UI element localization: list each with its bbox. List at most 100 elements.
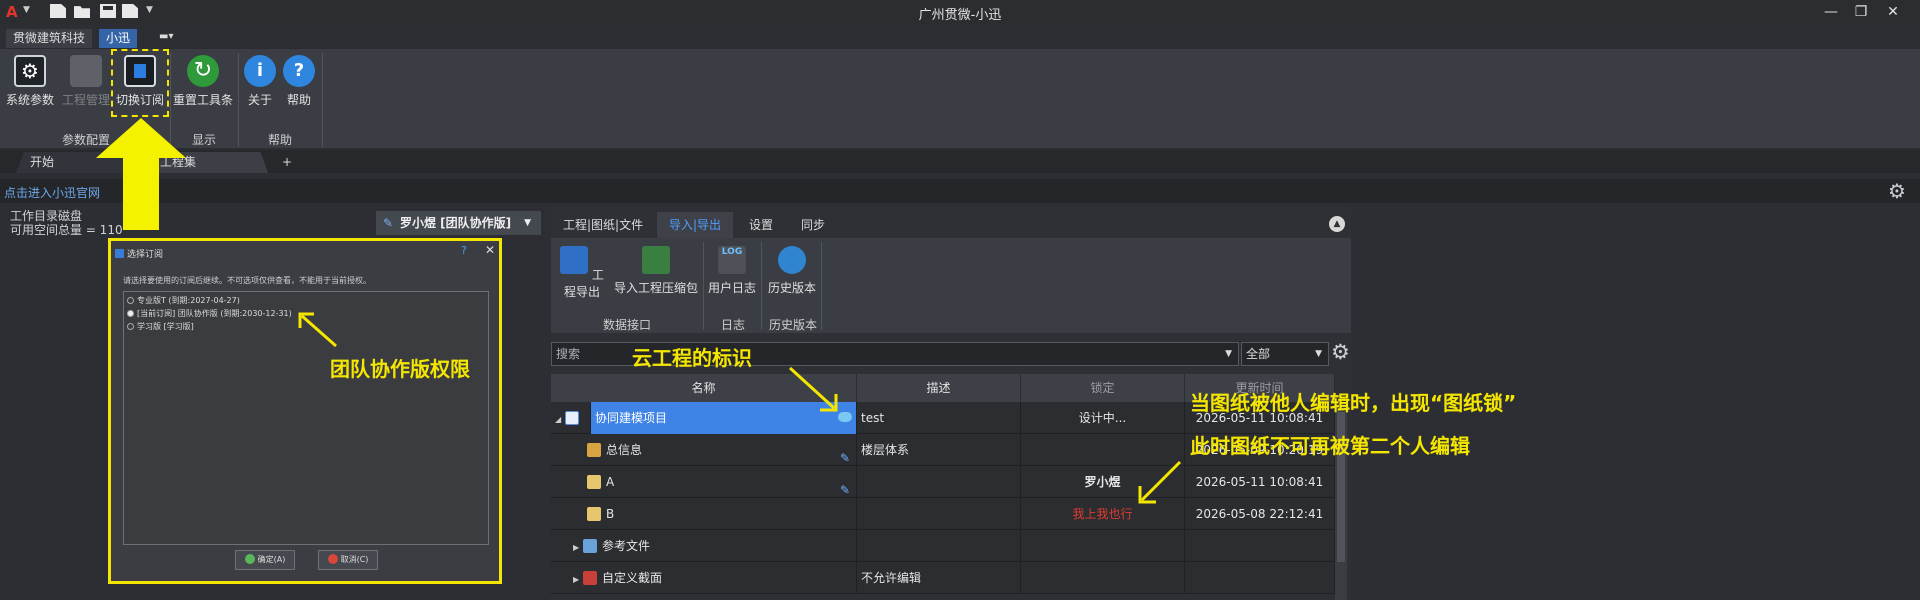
history-button[interactable]: 历史版本 <box>765 246 819 296</box>
row-name: ▶ 参考文件 <box>551 530 857 562</box>
group-label-display: 显示 <box>192 133 217 147</box>
log-icon: LOG <box>718 246 746 274</box>
group-label-help: 帮助 <box>268 133 293 147</box>
row-time <box>1185 530 1335 562</box>
reset-icon: ↻ <box>187 55 219 87</box>
tab-import-export[interactable]: 导入|导出 <box>657 212 734 238</box>
user-name: 罗小煜 [团队协作版] <box>400 216 512 230</box>
expand-arrow-icon[interactable]: ▶ <box>573 564 583 594</box>
table-row[interactable]: B 我上我也行 2026-05-08 22:12:41 <box>551 498 1335 530</box>
subscription-dialog: 选择订阅 ? ✕ 请选择要使用的订阅后继续。不可选项仅供查看，不能用于当前授权。… <box>108 238 502 584</box>
group-label-log: 日志 <box>721 318 746 332</box>
tree-toggle[interactable]: ◢ <box>551 402 591 434</box>
about-button[interactable]: i 关于 <box>241 55 279 108</box>
collapse-icon[interactable]: ▲ <box>1329 216 1345 232</box>
row-desc: 不允许编辑 <box>857 562 1021 594</box>
cancel-button[interactable]: 取消(C) <box>318 550 378 570</box>
radio-icon <box>127 297 134 304</box>
help-button[interactable]: ? 帮助 <box>280 55 318 108</box>
ribbon-tab-company[interactable]: 贯微建筑科技 <box>6 29 93 48</box>
pencil-icon: ✎ <box>839 483 850 497</box>
restore-button[interactable]: ❐ <box>1848 2 1874 22</box>
reference-file-icon <box>583 539 597 553</box>
chevron-down-icon: ▼ <box>1315 349 1322 359</box>
panel-ribbon: 工程导出 导入工程压缩包 LOG 用户日志 历史版本 数据接口 日志 历史版本 <box>551 238 1351 333</box>
close-button[interactable]: ✕ <box>1880 2 1906 22</box>
project-manager-button[interactable]: 工程管理 <box>58 55 114 108</box>
ribbon-options-icon[interactable]: ▬▾ <box>159 31 185 45</box>
history-icon <box>778 246 806 274</box>
row-name-text: B <box>606 507 615 521</box>
panel-separator <box>821 242 822 330</box>
tab-sync[interactable]: 同步 <box>789 212 837 238</box>
row-name-text: 协同建模项目 <box>595 411 668 425</box>
radio-icon <box>127 323 134 330</box>
table-row[interactable]: A ✎ 罗小煜 2026-05-11 10:08:41 <box>551 466 1335 498</box>
row-time <box>1185 562 1335 594</box>
column-header-desc[interactable]: 描述 <box>857 374 1021 402</box>
panel-tabs: 工程|图纸|文件 导入|导出 设置 同步 <box>551 212 1351 238</box>
option-label: 学习版 [学习版] <box>137 322 194 331</box>
user-selector[interactable]: ✎ 罗小煜 [团队协作版] ▼ <box>376 211 541 235</box>
ribbon-tabs: 贯微建筑科技 小迅 ▬▾ <box>0 29 1920 48</box>
check-icon <box>244 554 255 564</box>
dialog-app-icon <box>115 249 124 258</box>
row-name: ▶ 自定义截面 <box>551 562 857 594</box>
cancel-label: 取消(C) <box>340 555 369 564</box>
panel-separator <box>761 242 762 330</box>
info-file-icon <box>587 443 601 457</box>
subscription-option[interactable]: 学习版 [学习版] <box>127 321 194 332</box>
minimize-button[interactable]: — <box>1818 2 1844 22</box>
row-name: B <box>551 498 857 530</box>
help-icon[interactable]: ? <box>461 244 467 257</box>
group-label-history: 历史版本 <box>769 318 818 332</box>
dialog-hint: 请选择要使用的订阅后继续。不可选项仅供查看，不能用于当前授权。 <box>123 276 371 285</box>
title-bar: A ▼ ▼ 广州贯微-小迅 — ❐ ✕ <box>0 0 1920 24</box>
row-name-text: 总信息 <box>606 443 643 457</box>
ribbon-tab-xiaoxun[interactable]: 小迅 <box>99 29 138 48</box>
user-log-button[interactable]: LOG 用户日志 <box>707 246 757 296</box>
gear-icon[interactable]: ⚙ <box>1331 340 1350 364</box>
dialog-title-text: 选择订阅 <box>127 250 164 260</box>
big-up-arrow-annotation <box>96 118 186 230</box>
add-tab-button[interactable]: + <box>276 152 298 173</box>
website-link[interactable]: 点击进入小迅官网 <box>4 184 100 201</box>
option-label: 专业版T (到期:2027-04-27) <box>137 296 240 305</box>
subscription-option[interactable]: [当前订阅] 团队协作版 (到期:2030-12-31) <box>127 308 292 319</box>
tab-settings[interactable]: 设置 <box>737 212 785 238</box>
project-export-button[interactable]: 工程导出 <box>556 246 608 300</box>
collapse-arrow-icon: ◢ <box>555 415 562 424</box>
tab-project-files[interactable]: 工程|图纸|文件 <box>551 212 655 238</box>
reset-toolbar-button[interactable]: ↻ 重置工具条 <box>171 55 235 108</box>
import-package-button[interactable]: 导入工程压缩包 <box>611 246 701 296</box>
annotation-team-permission: 团队协作版权限 <box>330 357 470 381</box>
system-settings-button[interactable]: 系统参数 <box>2 55 58 108</box>
row-lock: 设计中... <box>1021 402 1185 434</box>
link-bar: 点击进入小迅官网 ⚙ <box>0 179 1920 203</box>
import-icon <box>642 246 670 274</box>
ribbon-separator <box>322 53 323 147</box>
gear-icon[interactable]: ⚙ <box>1888 179 1906 203</box>
project-icon <box>565 411 579 425</box>
project-manager-label: 工程管理 <box>61 93 110 107</box>
annotation-lock-line1: 当图纸被他人编辑时，出现“图纸锁” <box>1190 391 1517 415</box>
export-icon <box>560 246 589 274</box>
filter-select[interactable]: 全部 ▼ <box>1241 342 1329 366</box>
history-label: 历史版本 <box>767 281 816 295</box>
project-manager-icon <box>70 55 102 87</box>
expand-arrow-icon[interactable]: ▶ <box>573 532 583 562</box>
pen-icon: ✎ <box>383 216 394 230</box>
drawing-icon <box>587 507 601 521</box>
row-lock <box>1021 562 1185 594</box>
row-name: A ✎ <box>551 466 857 498</box>
table-row[interactable]: ▶ 参考文件 <box>551 530 1335 562</box>
row-desc <box>857 498 1021 530</box>
close-icon[interactable]: ✕ <box>485 243 495 257</box>
column-header-lock[interactable]: 锁定 <box>1021 374 1185 402</box>
annotation-arrow-cloud <box>788 366 838 412</box>
table-row[interactable]: ▶ 自定义截面 不允许编辑 <box>551 562 1335 594</box>
ok-button[interactable]: 确定(A) <box>235 550 295 570</box>
annotation-arrow-lock <box>1138 460 1182 504</box>
subscription-option[interactable]: 专业版T (到期:2027-04-27) <box>127 295 240 306</box>
user-log-label: 用户日志 <box>707 281 756 295</box>
